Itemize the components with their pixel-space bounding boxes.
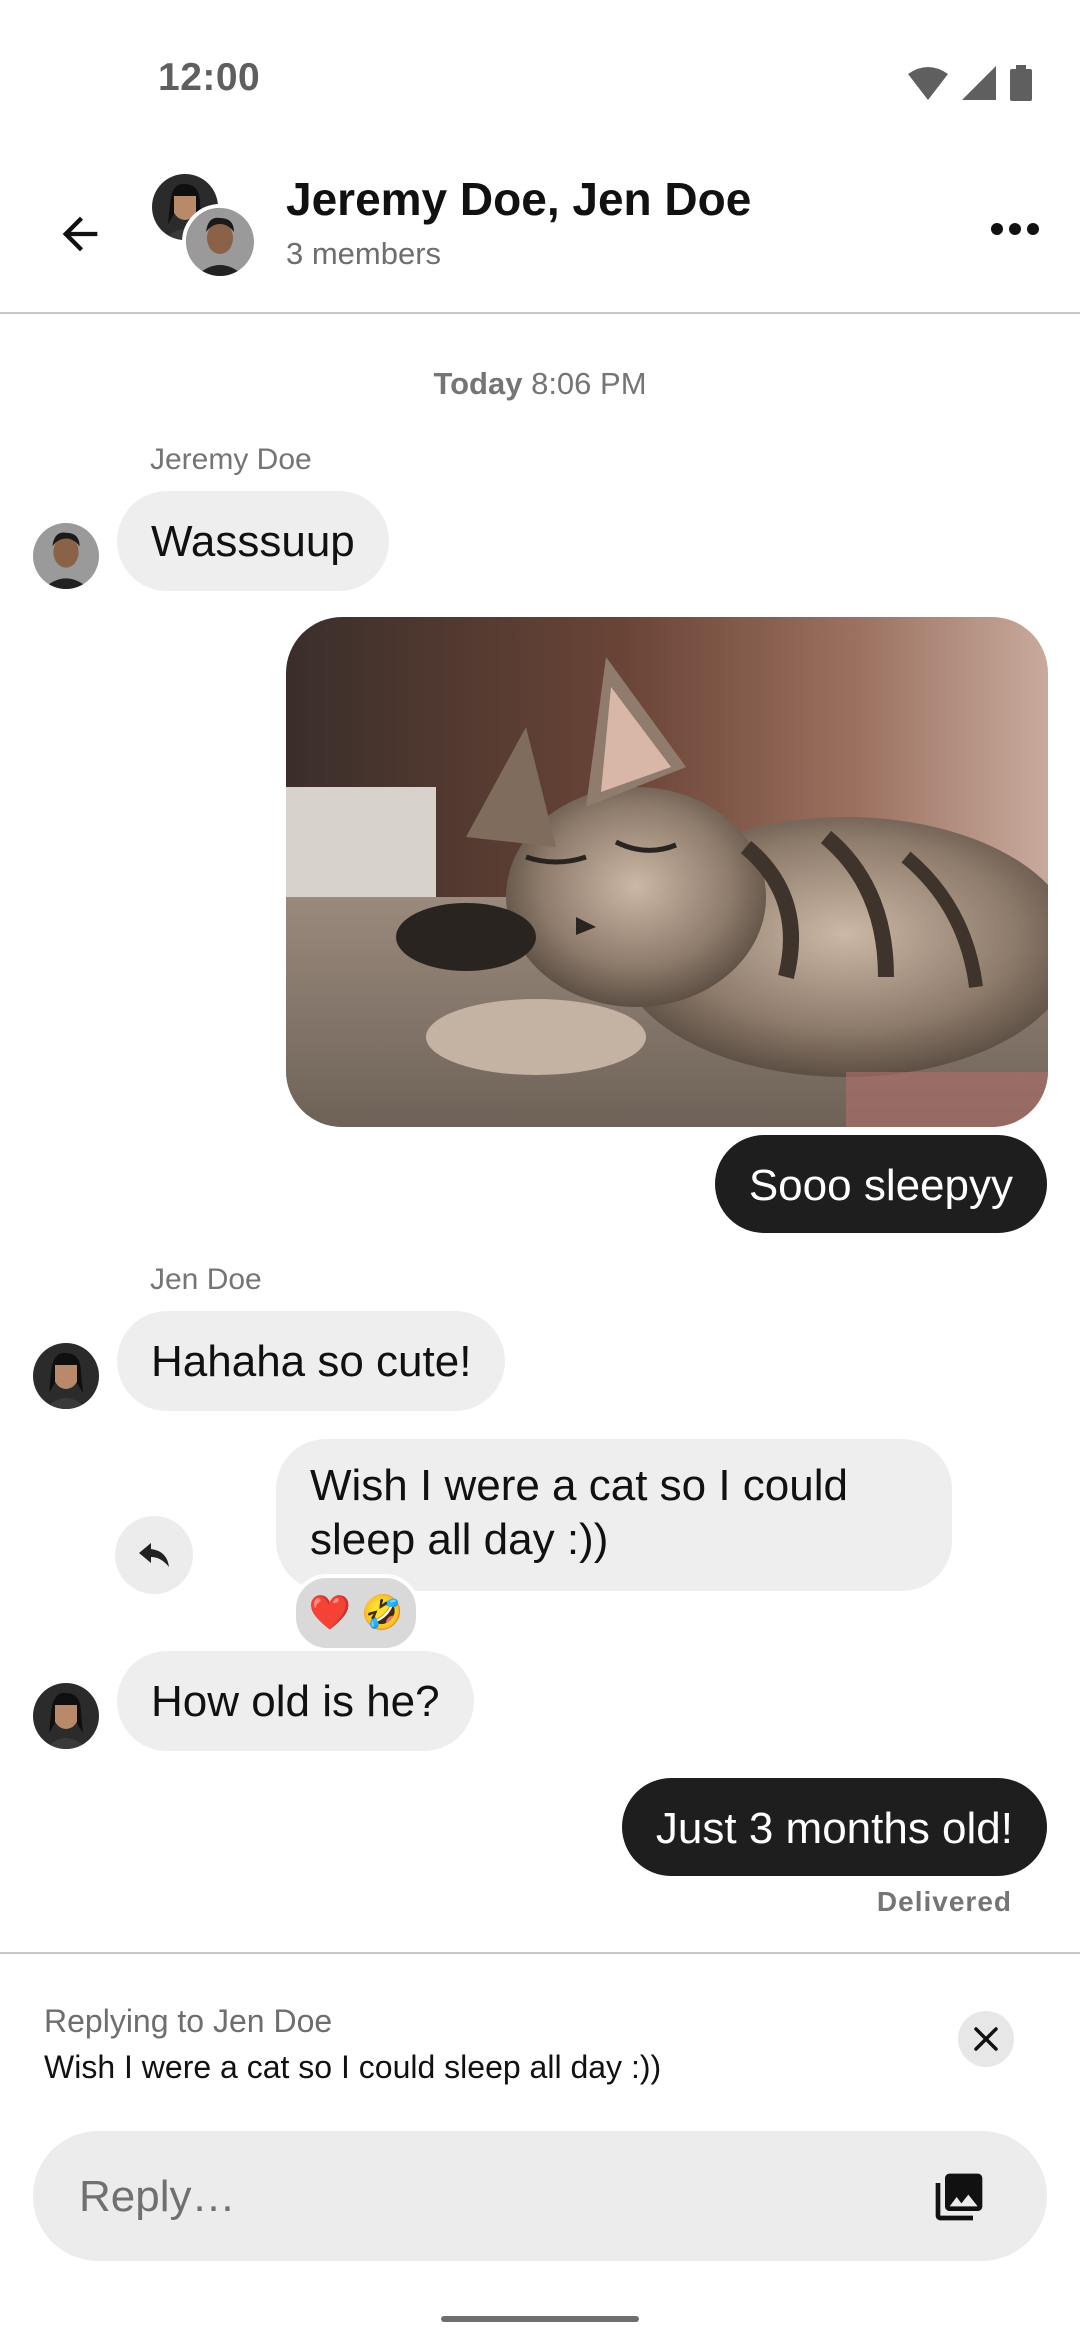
message-bubble[interactable]: Wasssuup [117, 491, 389, 591]
reply-input[interactable] [77, 2131, 881, 2263]
reaction-heart: ❤️ [308, 1594, 351, 1632]
reply-button[interactable] [115, 1516, 193, 1594]
avatar-jen-small[interactable] [33, 1343, 99, 1409]
more-options-button[interactable] [980, 194, 1050, 264]
members-count: 3 members [286, 236, 442, 271]
avatar-jen-small[interactable] [33, 1683, 99, 1749]
reaction-laughing: 🤣 [361, 1594, 404, 1632]
message-line: sleep all day :)) [310, 1515, 609, 1564]
more-horizontal-icon [991, 223, 1039, 235]
navigation-handle[interactable] [441, 2316, 639, 2322]
message-bubble[interactable]: Hahaha so cute! [117, 1311, 506, 1411]
replying-to-label: Replying to Jen Doe [44, 2003, 333, 2039]
reply-input-container [33, 2131, 1047, 2263]
composer-divider [0, 1952, 1080, 1954]
reply-icon [139, 1543, 169, 1567]
avatar-jeremy-small[interactable] [33, 523, 99, 589]
wifi-icon [908, 67, 948, 100]
chat-header: Jeremy Doe, Jen Doe 3 members [0, 150, 1080, 314]
signal-icon [962, 66, 996, 100]
date-time: 8:06 PM [531, 366, 647, 401]
message-bubble-replied[interactable]: Wish I were a cat so I could sleep all d… [276, 1439, 952, 1591]
replying-to-text: Wish I were a cat so I could sleep all d… [44, 2049, 662, 2085]
chat-title: Jeremy Doe, Jen Doe [286, 173, 752, 225]
message-bubble-outgoing[interactable]: Sooo sleepyy [714, 1135, 1047, 1233]
avatar-jeremy [182, 204, 258, 280]
delivery-status: Delivered [876, 1886, 1012, 1917]
gallery-button[interactable] [925, 2163, 993, 2231]
sender-name: Jen Doe [150, 1263, 262, 1296]
date-separator: Today 8:06 PM [0, 366, 1080, 402]
back-button[interactable] [44, 198, 116, 270]
group-avatar[interactable] [152, 174, 258, 280]
date-day: Today [433, 366, 523, 401]
reactions-badge[interactable]: ❤️ 🤣 [292, 1574, 420, 1652]
close-icon [974, 2027, 998, 2051]
gallery-icon [935, 2173, 983, 2221]
message-bubble-outgoing[interactable]: Just 3 months old! [621, 1778, 1047, 1876]
cancel-reply-button[interactable] [958, 2011, 1014, 2067]
arrow-left-icon [62, 216, 98, 252]
cat-photo[interactable] [286, 617, 1048, 1127]
battery-icon [1010, 65, 1032, 101]
sender-name: Jeremy Doe [150, 443, 312, 476]
message-bubble[interactable]: How old is he? [117, 1651, 474, 1751]
status-time: 12:00 [158, 56, 261, 99]
status-icons [908, 60, 1032, 106]
message-line: Wish I were a cat so I could [310, 1461, 848, 1510]
